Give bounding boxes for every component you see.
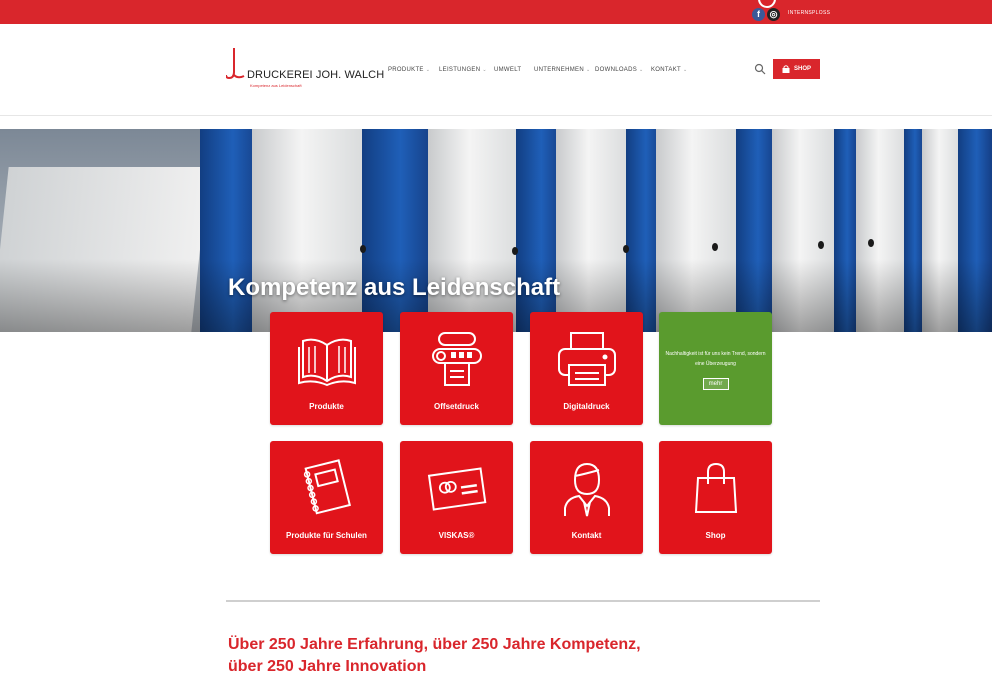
intranet-link[interactable]: INTERNSPLOSS <box>788 10 830 16</box>
tile-label: Produkte für Schulen <box>286 531 367 540</box>
tile-label: VISKAS® <box>438 531 475 540</box>
nav-produkte[interactable]: PRODUKTE ⌄ <box>388 67 430 73</box>
offset-press-icon <box>431 332 482 386</box>
hero-banner: Kompetenz aus Leidenschaft <box>0 129 992 332</box>
logo-name[interactable]: DRUCKEREI JOH. WALCH <box>247 69 384 81</box>
chevron-down-icon: ⌄ <box>482 67 487 73</box>
instagram-icon[interactable]: ◎ <box>767 8 780 21</box>
shopping-bag-icon <box>694 462 737 513</box>
press-button <box>712 243 718 251</box>
nav-label: DOWNLOADS <box>595 67 638 73</box>
facebook-icon[interactable]: f <box>752 8 765 21</box>
tile-digitaldruck[interactable]: Digitaldruck <box>530 312 643 425</box>
card-icon <box>427 467 486 511</box>
nav-label: KONTAKT <box>651 67 681 73</box>
book-icon <box>297 338 356 387</box>
tile-shop[interactable]: Shop <box>659 441 772 554</box>
press-button <box>623 245 629 253</box>
top-bar <box>0 0 992 24</box>
tile-viskas[interactable]: VISKAS® <box>400 441 513 554</box>
person-icon <box>563 462 610 517</box>
chevron-down-icon: ⌄ <box>585 67 591 73</box>
intro-line-2: über 250 Jahre Innovation <box>228 658 427 675</box>
tile-produkte[interactable]: Produkte <box>270 312 383 425</box>
tile-kontakt[interactable]: Kontakt <box>530 441 643 554</box>
logo-icon[interactable] <box>226 48 246 82</box>
shopping-bag-icon <box>782 65 790 73</box>
printer-icon <box>557 332 616 386</box>
hero-title: Kompetenz aus Leidenschaft <box>228 274 561 301</box>
tile-label: Digitaldruck <box>563 402 610 411</box>
nav-downloads[interactable]: DOWNLOADS ⌄ <box>595 67 644 73</box>
chevron-down-icon: ⌄ <box>425 67 431 73</box>
tile-nachhaltigkeit[interactable]: Nachhaltigkeit ist für uns kein Trend, s… <box>659 312 772 425</box>
more-button[interactable]: mehr <box>702 378 729 390</box>
nav-leistungen[interactable]: LEISTUNGEN ⌄ <box>439 67 487 73</box>
intro-heading: Über 250 Jahre Erfahrung, über 250 Jahre… <box>228 634 828 676</box>
shop-button-label: SHOP <box>793 66 811 72</box>
tile-label: Offsetdruck <box>434 402 479 411</box>
chevron-down-icon: ⌄ <box>683 67 688 73</box>
chevron-down-icon: ⌄ <box>639 67 644 73</box>
press-button <box>360 245 366 253</box>
search-icon[interactable] <box>754 63 766 75</box>
tile-offsetdruck[interactable]: Offsetdruck <box>400 312 513 425</box>
nav-label: LEISTUNGEN <box>439 67 481 73</box>
intro-line-1: Über 250 Jahre Erfahrung, über 250 Jahre… <box>228 636 641 653</box>
tile-label: Shop <box>705 531 726 540</box>
nav-label: UNTERNEHMEN <box>534 67 584 73</box>
press-button <box>868 239 874 247</box>
section-divider <box>226 600 820 602</box>
press-button <box>818 241 824 249</box>
press-button <box>512 247 518 255</box>
logo-tagline: Kompetenz aus Leidenschaft <box>250 83 302 88</box>
nav-unternehmen[interactable]: UNTERNEHMEN ⌄ <box>534 67 590 73</box>
sustainability-text: Nachhaltigkeit ist für uns kein Trend, s… <box>665 351 766 367</box>
nav-umwelt[interactable]: UMWELT <box>494 67 521 73</box>
site-header: DRUCKEREI JOH. WALCH Kompetenz aus Leide… <box>0 24 992 116</box>
tile-label: Produkte <box>309 402 344 411</box>
nav-kontakt[interactable]: KONTAKT ⌄ <box>651 67 688 73</box>
nav-label: PRODUKTE <box>388 67 424 73</box>
tile-label: Kontakt <box>571 531 602 540</box>
shop-button[interactable]: SHOP <box>773 59 820 79</box>
notebook-icon <box>303 459 351 515</box>
tile-produkte-fuer-schulen[interactable]: Produkte für Schulen <box>270 441 383 554</box>
nav-label: UMWELT <box>494 67 522 73</box>
